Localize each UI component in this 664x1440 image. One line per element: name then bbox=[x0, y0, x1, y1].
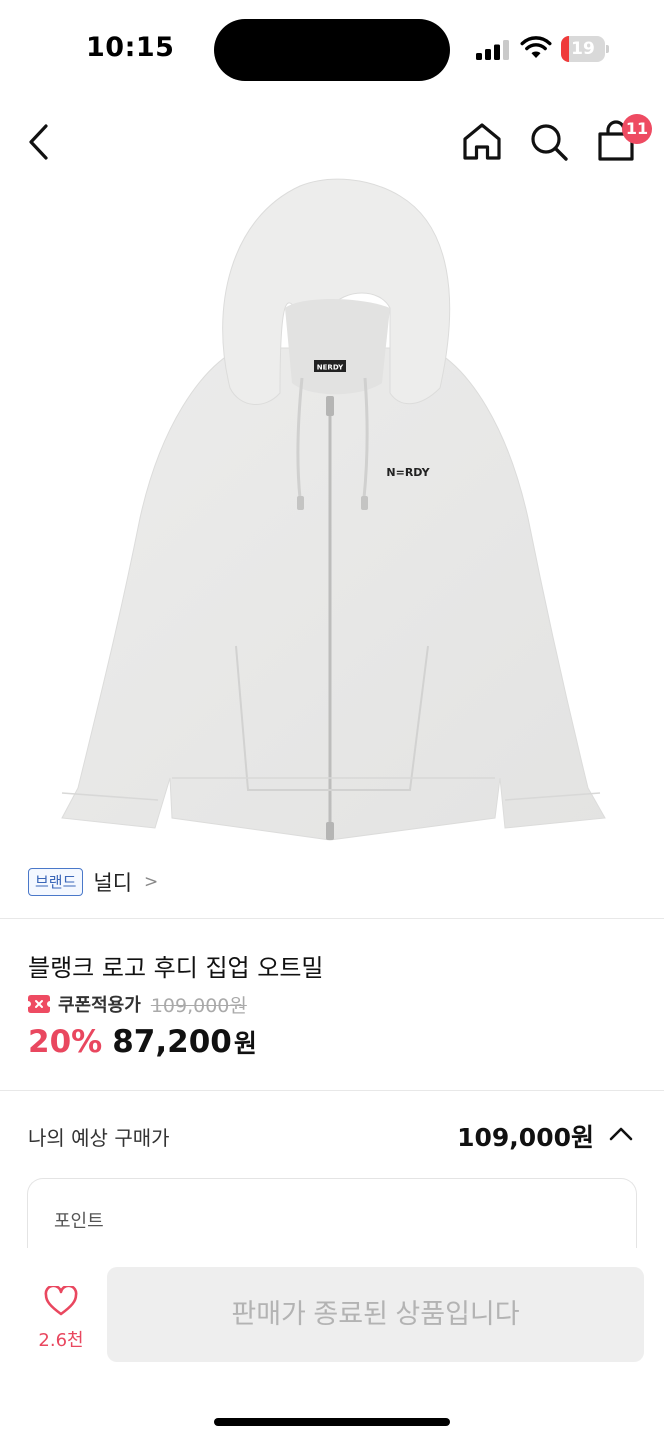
bottom-action-bar: 2.6천 판매가 종료된 상품입니다 bbox=[0, 1248, 664, 1440]
price-row: 20% 87,200 원 bbox=[28, 1024, 257, 1060]
expected-price-row[interactable]: 나의 예상 구매가 109,000원 bbox=[28, 1116, 636, 1156]
chest-logo-text: N=RDY bbox=[386, 466, 430, 479]
sale-price: 87,200 bbox=[112, 1024, 232, 1060]
status-time: 10:15 bbox=[86, 32, 175, 63]
heart-icon bbox=[44, 1284, 78, 1316]
dynamic-island bbox=[214, 19, 450, 81]
point-label: 포인트 bbox=[54, 1211, 104, 1232]
expected-price-value: 109,000원 bbox=[457, 1123, 594, 1152]
cellular-signal-icon bbox=[476, 40, 509, 60]
coupon-price-row: 쿠폰적용가 109,000원 bbox=[28, 990, 247, 1018]
divider bbox=[0, 1090, 664, 1091]
product-title: 블랭크 로고 후디 집업 오트밀 bbox=[28, 954, 324, 982]
search-icon[interactable] bbox=[527, 120, 571, 164]
top-navigation: 11 bbox=[0, 100, 664, 184]
hood-label-text: NERDY bbox=[317, 364, 344, 372]
divider bbox=[0, 918, 664, 919]
like-count: 2.6천 bbox=[38, 1330, 84, 1351]
original-price: 109,000원 bbox=[150, 994, 247, 1017]
coupon-icon bbox=[28, 995, 50, 1013]
home-indicator bbox=[214, 1418, 450, 1426]
battery-indicator: 19 bbox=[561, 36, 609, 62]
status-bar: 10:15 19 bbox=[0, 0, 664, 100]
chevron-up-icon[interactable] bbox=[608, 1124, 634, 1144]
chevron-right-icon: > bbox=[144, 872, 159, 892]
product-image[interactable]: NERDY N=RDY bbox=[0, 178, 664, 852]
sold-out-button[interactable]: 판매가 종료된 상품입니다 bbox=[107, 1267, 644, 1362]
coupon-label: 쿠폰적용가 bbox=[58, 995, 141, 1016]
discount-rate: 20% bbox=[28, 1024, 103, 1060]
hoodie-illustration: NERDY N=RDY bbox=[61, 178, 606, 841]
back-arrow-icon[interactable] bbox=[24, 120, 54, 164]
brand-name[interactable]: 널디 bbox=[93, 867, 132, 897]
cart-count-badge: 11 bbox=[622, 114, 652, 144]
brand-row[interactable]: 브랜드 널디 > bbox=[28, 866, 158, 898]
like-button[interactable]: 2.6천 bbox=[30, 1284, 92, 1356]
brand-tag: 브랜드 bbox=[28, 868, 84, 896]
battery-percent: 19 bbox=[571, 39, 595, 59]
expected-price-label: 나의 예상 구매가 bbox=[28, 1126, 170, 1150]
wifi-icon bbox=[520, 36, 552, 58]
home-icon[interactable] bbox=[460, 120, 504, 164]
currency-unit: 원 bbox=[233, 1029, 257, 1058]
